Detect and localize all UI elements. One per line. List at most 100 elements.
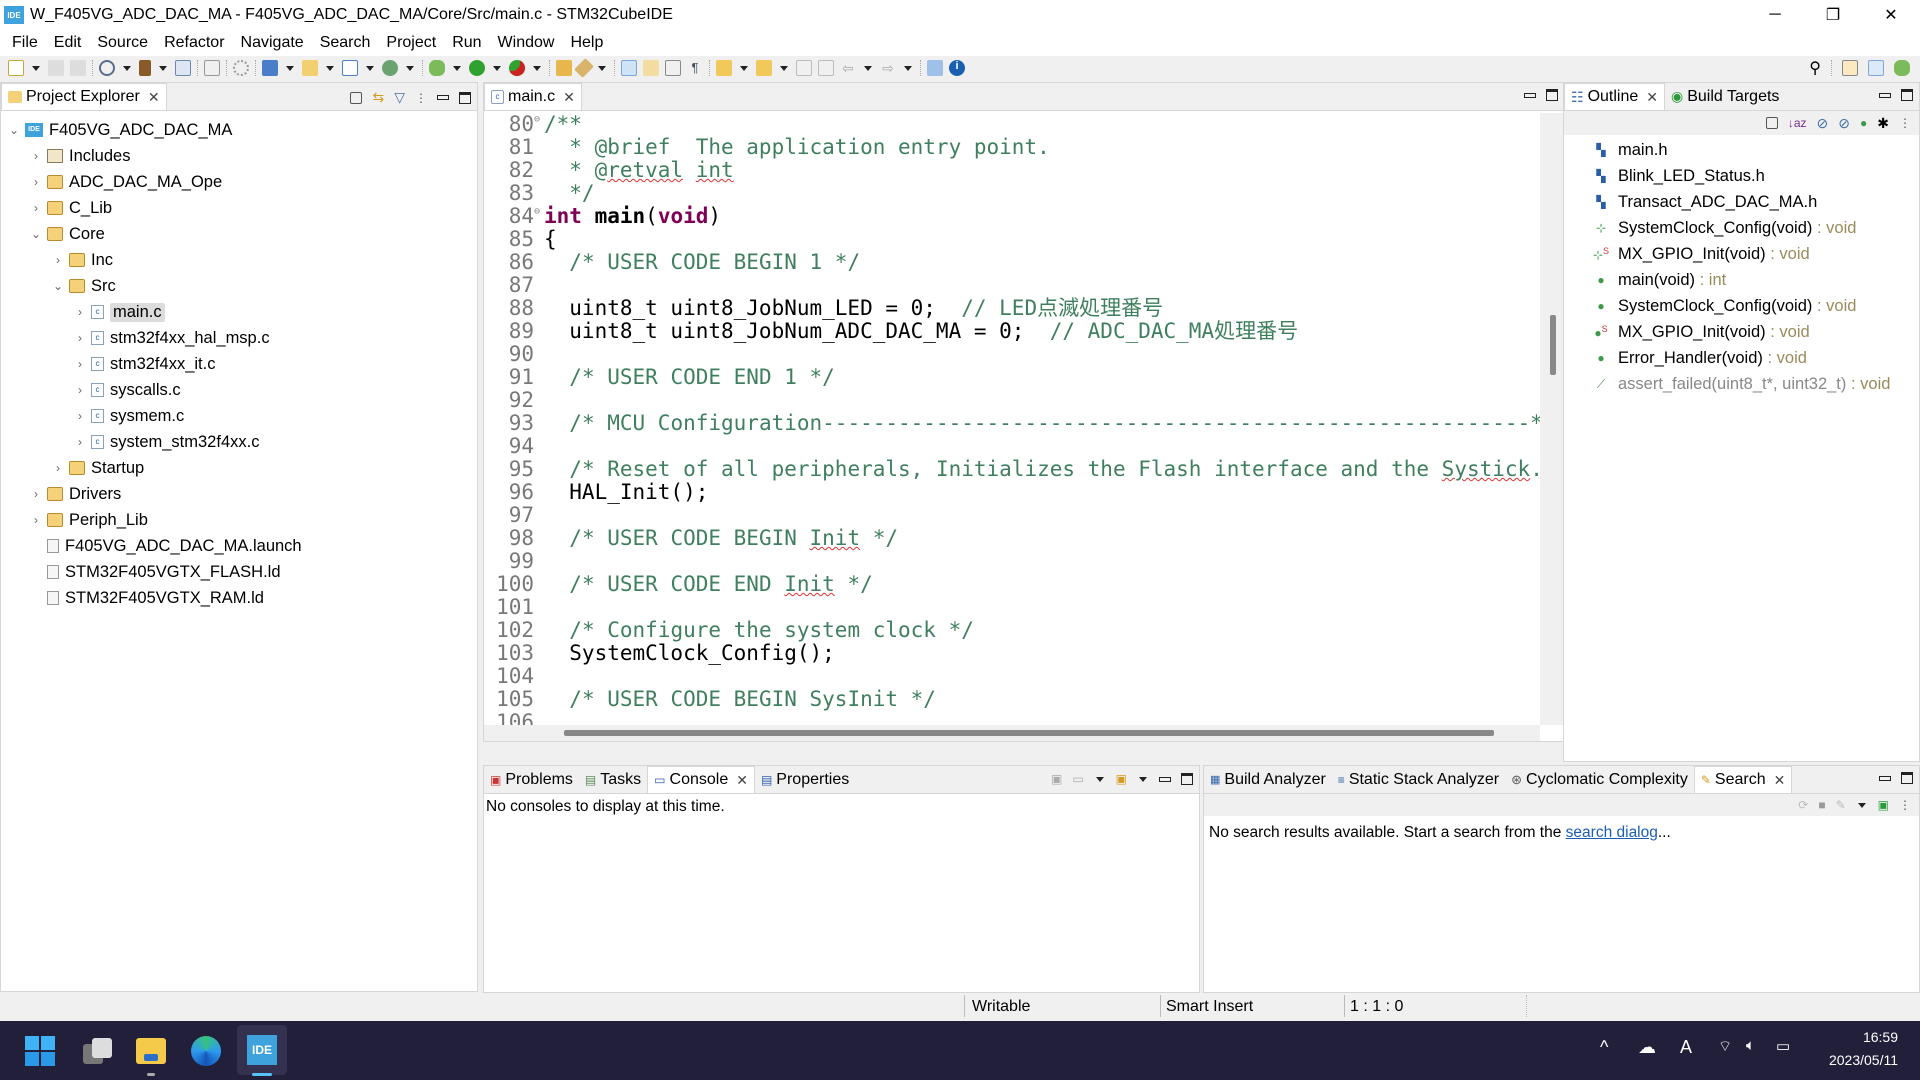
code-editor[interactable]: 80 ⊖/** 81 * @brief The application entry … [484, 113, 1540, 725]
menu-file[interactable]: File [4, 34, 46, 52]
tab-problems[interactable]: ▣ Problems [484, 766, 579, 793]
tree-item[interactable]: ⌄ Src [1, 273, 477, 299]
open-type-icon[interactable] [556, 60, 572, 76]
pin-search-icon[interactable]: ▣ [1878, 798, 1889, 812]
sort-icon[interactable]: ↓az [1788, 116, 1807, 130]
maximize-view-icon[interactable] [1181, 773, 1193, 785]
outline-item[interactable]: ⟋ assert_failed(uint8_t*, uint32_t) : voi… [1564, 371, 1919, 397]
code-line[interactable]: 87 [484, 274, 1540, 297]
tree-item[interactable]: › c main.c [1, 299, 477, 325]
tab-static-stack-analyzer[interactable]: ≡ Static Stack Analyzer [1332, 766, 1505, 793]
new-class-dropdown-icon[interactable] [406, 65, 414, 71]
view-menu-icon[interactable]: ⋮ [415, 91, 427, 105]
tree-item[interactable]: › Inc [1, 247, 477, 273]
collapsed-chevron-icon[interactable]: › [51, 461, 65, 475]
save-icon[interactable] [48, 60, 64, 76]
search-dialog-link[interactable]: search dialog [1566, 824, 1658, 841]
search-history-dropdown-icon[interactable] [1857, 802, 1866, 808]
tab-properties[interactable]: ▤ Properties [755, 766, 855, 793]
file-explorer-icon[interactable] [131, 1031, 171, 1071]
maximize-view-icon[interactable] [1901, 89, 1913, 101]
tree-item[interactable]: › Periph_Lib [1, 507, 477, 533]
run-icon[interactable] [469, 60, 485, 76]
tab-project-explorer[interactable]: Project Explorer ✕ [1, 83, 167, 110]
outline-item[interactable]: ▚ Transact_ADC_DAC_MA.h [1564, 189, 1919, 215]
collapsed-chevron-icon[interactable]: › [29, 175, 43, 189]
view-menu-icon[interactable]: ⋮ [1899, 116, 1911, 130]
start-icon[interactable] [20, 1031, 60, 1071]
vertical-scroll-thumb[interactable] [1550, 314, 1556, 375]
tree-item[interactable]: STM32F405VGTX_RAM.ld [1, 585, 477, 611]
tab-main-c[interactable]: c main.c ✕ [484, 83, 582, 110]
collapsed-chevron-icon[interactable]: › [73, 383, 87, 397]
new-c-project-dropdown-icon[interactable] [286, 65, 294, 71]
code-line[interactable]: 90 [484, 343, 1540, 366]
search-debug-icon[interactable] [204, 60, 220, 76]
back-dropdown-icon[interactable] [864, 65, 872, 71]
new-source-folder-icon[interactable] [302, 60, 318, 76]
device-config-dropdown-icon[interactable] [123, 65, 131, 71]
tab-tasks[interactable]: ▤ Tasks [579, 766, 647, 793]
hide-nonpublic-icon[interactable]: ● [1860, 116, 1867, 130]
info-icon[interactable]: i [949, 60, 965, 76]
menu-window[interactable]: Window [490, 34, 563, 52]
code-line[interactable]: 80 ⊖/** [484, 113, 1540, 136]
code-line[interactable]: 96 HAL_Init(); [484, 481, 1540, 504]
minimize-view-icon[interactable] [1524, 92, 1536, 98]
new-class-icon[interactable] [382, 60, 398, 76]
fold-toggle-icon[interactable]: ⊖ [534, 113, 542, 136]
code-line[interactable]: 93 /* MCU Configuration-----------------… [484, 412, 1540, 435]
tree-item[interactable]: › Drivers [1, 481, 477, 507]
cpp-perspective-icon[interactable] [1868, 60, 1884, 76]
tree-item[interactable]: › Startup [1, 455, 477, 481]
collapsed-chevron-icon[interactable]: › [73, 331, 87, 345]
outline-item[interactable]: ▚ Blink_LED_Status.h [1564, 163, 1919, 189]
view-menu-icon[interactable]: ⋮ [1899, 798, 1911, 812]
code-line[interactable]: 100 /* USER CODE END Init */ [484, 573, 1540, 596]
ime-indicator[interactable]: A [1680, 1037, 1692, 1058]
build-hammer-icon[interactable] [139, 60, 151, 76]
refresh-search-icon[interactable]: ⟳ [1798, 798, 1808, 812]
pin-editor-icon[interactable] [927, 60, 943, 76]
expanded-chevron-icon[interactable]: ⌄ [7, 123, 21, 137]
code-line[interactable]: 86 /* USER CODE BEGIN 1 */ [484, 251, 1540, 274]
binary-icon[interactable] [175, 60, 191, 76]
clock-date[interactable]: 2023/05/11 [1829, 1052, 1898, 1068]
prev-annotation-icon[interactable] [756, 60, 772, 76]
external-tools-icon[interactable] [509, 60, 525, 76]
code-line[interactable]: 82 * @retval int [484, 159, 1540, 182]
search-dropdown-icon[interactable] [598, 65, 606, 71]
code-line[interactable]: 105 /* USER CODE BEGIN SysInit */ [484, 688, 1540, 711]
outline-item[interactable]: ● Error_Handler(void) : void [1564, 345, 1919, 371]
tree-item[interactable]: › c stm32f4xx_it.c [1, 351, 477, 377]
menu-source[interactable]: Source [89, 34, 156, 52]
block-selection-icon[interactable] [665, 60, 681, 76]
show-whitespace-icon[interactable]: ¶ [687, 60, 703, 76]
expanded-chevron-icon[interactable]: ⌄ [29, 227, 43, 241]
pin-console-icon[interactable]: ▣ [1051, 772, 1062, 786]
mark-occurrences-icon[interactable] [621, 60, 637, 76]
close-tab-icon[interactable]: ✕ [563, 89, 575, 106]
code-line[interactable]: 99 [484, 550, 1540, 573]
code-line[interactable]: 92 [484, 389, 1540, 412]
minimize-view-icon[interactable] [1879, 775, 1891, 781]
collapsed-chevron-icon[interactable]: › [29, 201, 43, 215]
collapsed-chevron-icon[interactable]: › [29, 513, 43, 527]
search-flashlight-icon[interactable] [574, 58, 594, 78]
prev-annotation-dropdown-icon[interactable] [780, 65, 788, 71]
code-line[interactable]: 102 /* Configure the system clock */ [484, 619, 1540, 642]
tree-item[interactable]: ⌄ IDE F405VG_ADC_DAC_MA [1, 117, 477, 143]
menu-search[interactable]: Search [312, 34, 379, 52]
clock-time[interactable]: 16:59 [1863, 1029, 1898, 1045]
tab-build-targets[interactable]: ◉ Build Targets [1665, 83, 1785, 110]
open-console-dropdown-icon[interactable] [1139, 776, 1147, 782]
new-dropdown-icon[interactable] [32, 65, 40, 71]
debug-dropdown-icon[interactable] [453, 65, 461, 71]
code-line[interactable]: 101 [484, 596, 1540, 619]
collapse-all-icon[interactable] [350, 91, 363, 104]
horizontal-scrollbar[interactable] [484, 725, 1540, 741]
collapsed-chevron-icon[interactable]: › [73, 435, 87, 449]
close-button[interactable]: ✕ [1862, 0, 1920, 30]
debug-bug-icon[interactable] [429, 60, 445, 76]
tree-item[interactable]: › c sysmem.c [1, 403, 477, 429]
